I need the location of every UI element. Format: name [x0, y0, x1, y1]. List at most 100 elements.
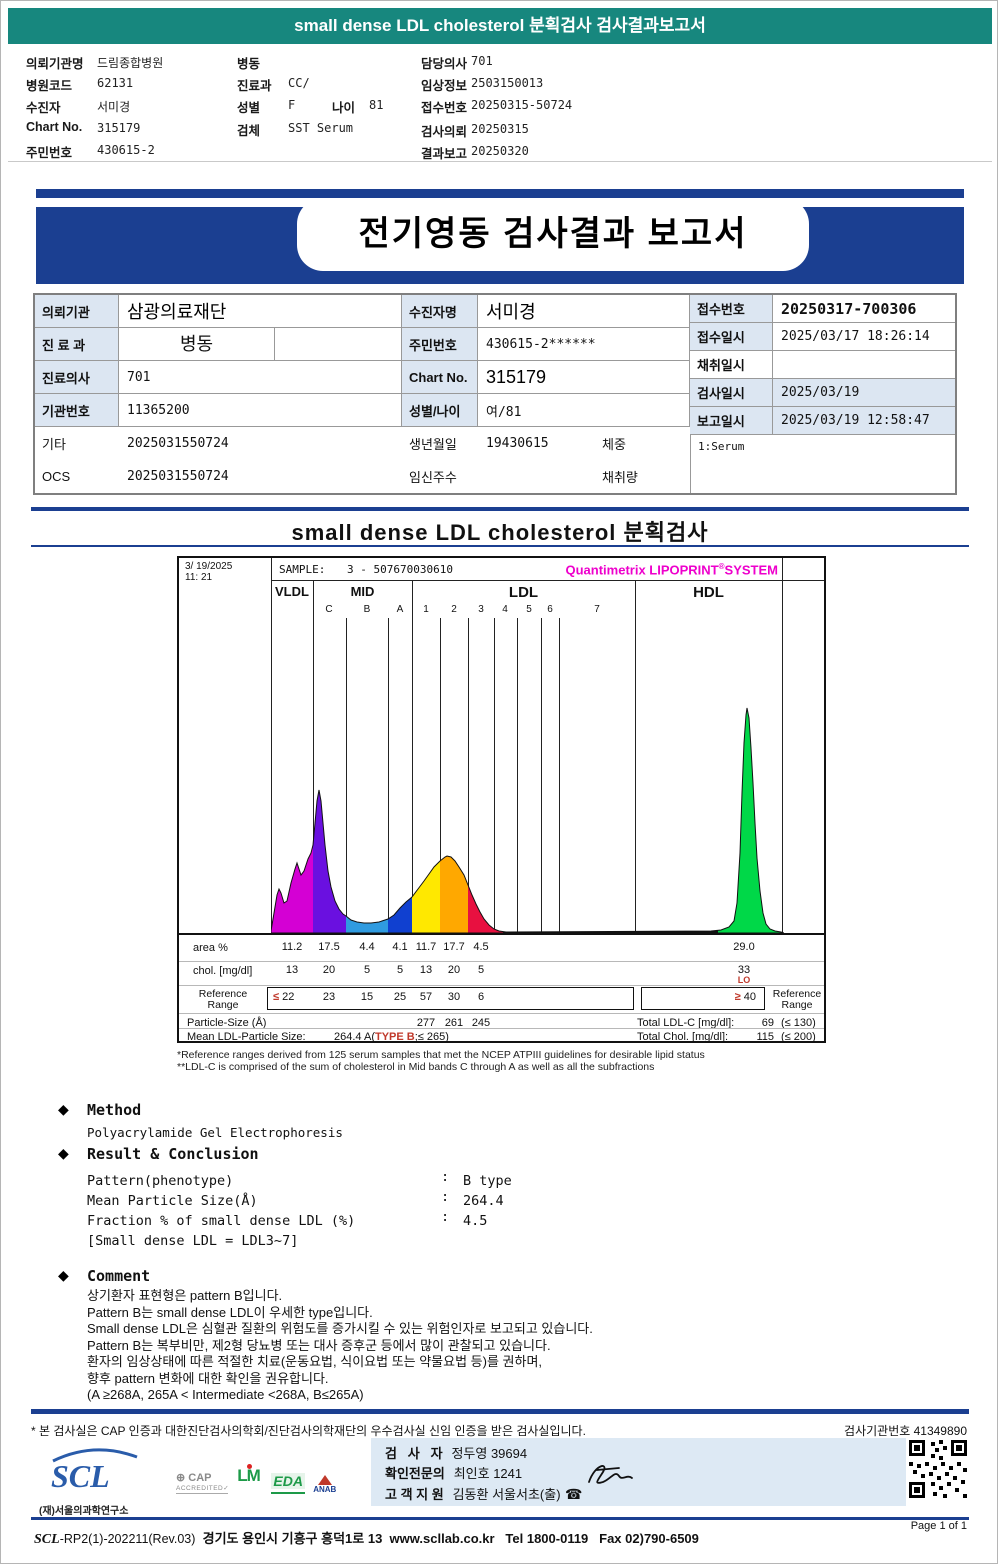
geq-icon: ≥ [734, 991, 741, 1003]
area-value: 11.2 [281, 941, 303, 953]
area-value: 29.0 [733, 941, 755, 953]
phone-icon: ☎ [564, 1486, 583, 1502]
field-label: 수진자 [26, 101, 61, 115]
field-label: Chart No. [26, 120, 83, 134]
subband-label: 7 [594, 604, 600, 615]
comment-line: 향후 pattern 변화에 대한 확인을 권유합니다. [87, 1370, 329, 1386]
subband-label: B [363, 604, 371, 615]
cell-label: 채취일시 [690, 351, 773, 379]
comment-line: Pattern B는 small dense LDL이 우세한 type입니다. [87, 1304, 373, 1320]
field-label: 의뢰기관명 [26, 57, 84, 71]
chart-footnote-2: **LDL-C is comprised of the sum of chole… [177, 1061, 655, 1073]
row-label-ref-2: Range [207, 999, 239, 1011]
cell-label: 접수번호 [690, 295, 773, 323]
ref-value: 6 [477, 991, 485, 1003]
cap-rule [176, 1493, 228, 1494]
qr-code [907, 1438, 969, 1500]
anab-flame [317, 1475, 332, 1485]
comment-line: 상기환자 표현형은 pattern B입니다. [87, 1288, 283, 1303]
field-value: 81 [369, 98, 384, 112]
comment-line: Small dense LDL은 심혈관 질환의 위험도를 증가시킬 수 있는 … [87, 1321, 593, 1336]
row-label-chol: chol. [mg/dl] [193, 965, 253, 977]
comment-line: 환자의 임상상태에 따른 적절한 치료(운동요법, 식이요법 또는 약물요법 등… [87, 1354, 543, 1369]
signer-label: 확인전문의 [385, 1466, 445, 1481]
ref-value: ≤ 22 [273, 991, 294, 1003]
mean-v2: ;≤ 265) [414, 1031, 449, 1043]
svg-text:SCL: SCL [51, 1458, 110, 1494]
field-value: 20250320 [471, 144, 529, 158]
cell-label: 보고일시 [690, 407, 773, 435]
field-label: 담당의사 [421, 57, 468, 71]
field-value: 430615-2 [97, 143, 155, 157]
total-chol-label: Total Chol. [mg/dl]: [637, 1031, 729, 1043]
densitometry-curve [271, 707, 784, 933]
subband-label: 6 [547, 604, 553, 615]
chart-date: 3/ 19/2025 [185, 561, 233, 572]
mean-v1: 264.4 A( [334, 1031, 375, 1043]
field-label: 검체 [237, 124, 261, 138]
chol-value: 20 [322, 964, 336, 976]
method-heading: Method [87, 1101, 142, 1119]
field-label: 결과보고 [421, 147, 468, 161]
cell-value [773, 351, 955, 379]
subband-label: 1 [423, 604, 429, 615]
eda-logo: EDA [271, 1473, 306, 1494]
signer-label: 검 사 자 [385, 1446, 443, 1461]
cell-value: 701 [119, 361, 402, 394]
cell-value: 삼광의료재단 [119, 295, 402, 328]
chart-header-rule [271, 580, 824, 581]
result-row-value: 264.4 [463, 1193, 504, 1209]
subband-label: A [396, 604, 404, 615]
cell-label: 진료의사 [35, 361, 119, 394]
field-value: 20250315-50724 [471, 98, 573, 112]
cell-label: 생년월일 [409, 437, 457, 452]
eda-rule [271, 1492, 306, 1494]
cell-label: 성별/나이 [402, 394, 478, 427]
banner-top-rule [36, 189, 964, 198]
area-value: 17.5 [318, 941, 340, 953]
report-page: small dense LDL cholesterol 분획검사 검사결과보고서… [0, 0, 998, 1564]
leq-icon: ≤ [273, 991, 280, 1003]
field-value: 20250315 [471, 122, 529, 136]
chart-footnote-1: *Reference ranges derived from 125 serum… [177, 1049, 705, 1061]
ref-num: 40 [743, 991, 756, 1003]
cell-label: 진 료 과 [35, 328, 119, 361]
footer-website: www.scllab.co.kr [389, 1531, 495, 1546]
row-label-area: area % [193, 942, 228, 954]
signature-icon [588, 1465, 633, 1484]
cell-value: 2025031550724 [127, 436, 229, 451]
field-label: 나이 [332, 101, 356, 115]
cell-label: Chart No. [402, 361, 478, 394]
signature-panel: 검 사 자 정두영 39694 확인전문의 최인호 1241 고 객 지 원 김… [371, 1438, 906, 1506]
row-divider [179, 1028, 824, 1029]
cell-label: 체중 [602, 437, 626, 452]
result-row-value: B type [463, 1173, 512, 1189]
cell-label: 주민번호 [402, 328, 478, 361]
cap-logo: ⊕ CAP ACCREDITED✓ [176, 1471, 229, 1494]
cell-value: 11365200 [119, 394, 402, 427]
page-number: Page 1 of 1 [910, 1520, 967, 1532]
row-divider [179, 961, 824, 962]
footer-line: SCL-RP2(1)-202211(Rev.03) 경기도 용인시 기흥구 흥덕… [34, 1528, 699, 1548]
row-divider [179, 1013, 824, 1014]
field-value: F [288, 98, 296, 112]
cap-accredited-text: ACCREDITED✓ [176, 1485, 230, 1492]
cell-label: 의뢰기관 [35, 295, 119, 328]
field-value: SST Serum [288, 121, 354, 135]
report-banner: 전기영동 검사결과 보고서 [1, 186, 997, 291]
mean-value: 264.4 A(TYPE B;≤ 265) [334, 1031, 449, 1043]
section-title: small dense LDL cholesterol 분획검사 [291, 520, 709, 545]
brand-logo: Quantimetrix LIPOPRINT®SYSTEM [565, 562, 778, 577]
ref-value: 23 [322, 991, 336, 1003]
patient-header: 의뢰기관명 드림종합병원 병원코드 62131 수진자 서미경 Chart No… [1, 44, 997, 162]
chol-value: 5 [477, 964, 485, 976]
band-header-vldl: VLDL [275, 584, 309, 599]
field-label: 성별 [237, 101, 261, 115]
result-row-label: Fraction % of small dense LDL (%) [87, 1213, 356, 1229]
field-label: 병동 [237, 57, 261, 71]
cell-label: 채취량 [602, 470, 638, 485]
cell-label: 접수일시 [690, 323, 773, 351]
cell-value: 20250317-700306 [773, 295, 955, 323]
brand-text-2: SYSTEM [724, 562, 778, 578]
footer-scl: SCL [34, 1532, 60, 1547]
